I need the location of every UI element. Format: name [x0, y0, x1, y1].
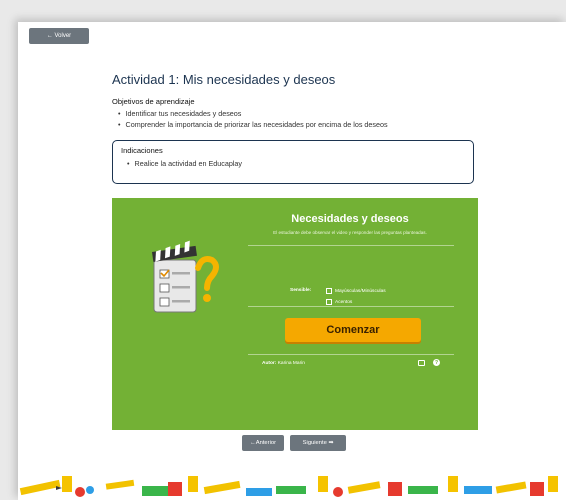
objective-item: Comprender la importancia de priorizar l…: [118, 119, 388, 130]
instruction-item: Realice la actividad en Educaplay: [127, 159, 465, 168]
educaplay-embed[interactable]: Necesidades y deseos El estudiante debe …: [112, 198, 478, 430]
checkbox[interactable]: [326, 299, 332, 305]
separator: [248, 245, 454, 246]
author-info: Autor: Karina Marin: [262, 361, 305, 366]
start-button[interactable]: Comenzar: [285, 318, 421, 342]
instructions-list: Realice la actividad en Educaplay: [127, 159, 465, 168]
author-name: Karina Marin: [277, 361, 305, 366]
help-icon[interactable]: ?: [433, 359, 440, 366]
back-button[interactable]: ← Volver: [29, 28, 89, 44]
game-description: El estudiante debe observar el video y r…: [273, 230, 427, 235]
checkbox[interactable]: [326, 288, 332, 294]
sensitivity-label: Sensible:: [290, 288, 312, 293]
fullscreen-icon[interactable]: [418, 359, 425, 366]
case-sensitive-option[interactable]: Mayúsculas/Minúsculas: [326, 288, 386, 294]
accents-option[interactable]: Acentos: [326, 299, 352, 305]
embed-controls: ?: [418, 359, 440, 366]
instructions-heading: Indicaciones: [121, 146, 163, 155]
page-title: Actividad 1: Mis necesidades y deseos: [112, 72, 336, 87]
clapperboard-question-illustration: [152, 240, 219, 313]
objectives-list: Identificar tus necesidades y deseos Com…: [118, 108, 388, 130]
objectives-heading: Objetivos de aprendizaje: [112, 97, 195, 106]
activity-page: ← Volver Actividad 1: Mis necesidades y …: [18, 22, 566, 500]
game-title: Necesidades y deseos: [291, 213, 409, 225]
next-button[interactable]: Siguiente ➡: [290, 435, 346, 451]
previous-button[interactable]: ←Anterior: [242, 435, 284, 451]
objective-item: Identificar tus necesidades y deseos: [118, 108, 388, 119]
decorative-school-supplies-border: [19, 476, 558, 497]
author-label: Autor:: [262, 361, 277, 366]
separator: [248, 306, 454, 307]
instructions-box: Indicaciones Realice la actividad en Edu…: [112, 140, 474, 184]
separator: [248, 354, 454, 355]
